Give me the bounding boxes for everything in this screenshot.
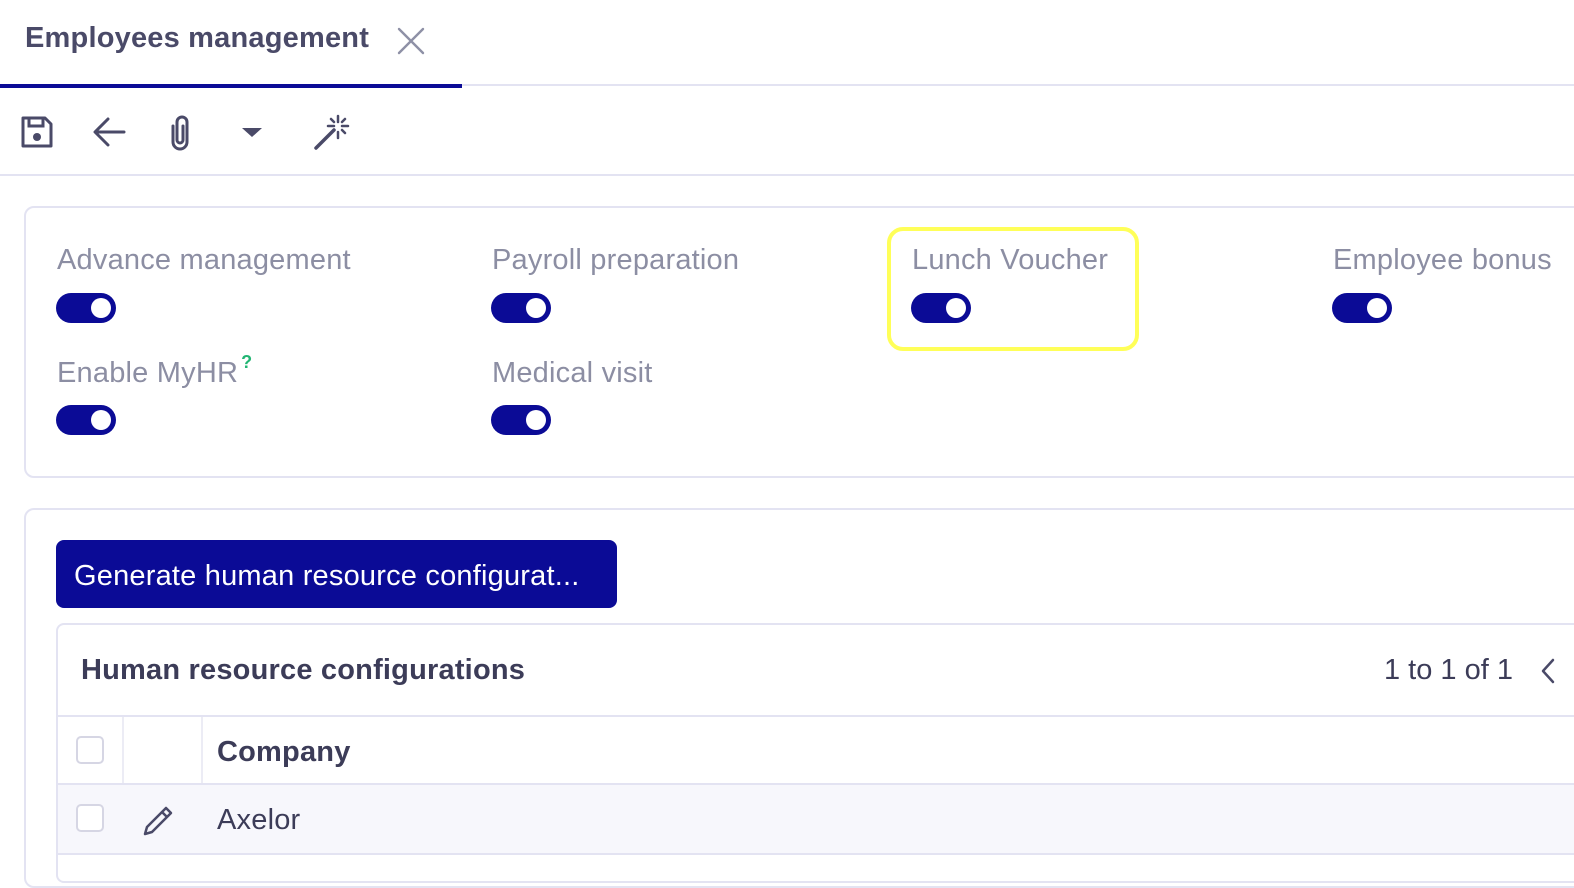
field-employee-bonus: Employee bonus xyxy=(1333,244,1552,277)
field-advance-management: Advance management xyxy=(57,244,351,277)
field-enable-myhr: Enable MyHR? xyxy=(57,352,252,390)
save-icon[interactable] xyxy=(15,110,59,154)
column-divider xyxy=(201,717,203,783)
field-payroll-preparation: Payroll preparation xyxy=(492,244,739,277)
grid-header: Company xyxy=(58,715,1574,785)
enable-myhr-label: Enable MyHR xyxy=(57,357,239,389)
select-all-checkbox[interactable] xyxy=(76,736,104,764)
pencil-icon[interactable] xyxy=(140,803,176,839)
toggle-knob xyxy=(526,298,546,318)
payroll-preparation-label: Payroll preparation xyxy=(492,244,740,276)
toggle-knob xyxy=(1367,298,1387,318)
advance-management-toggle[interactable] xyxy=(56,293,116,323)
advance-management-label: Advance management xyxy=(57,244,351,276)
lunch-voucher-highlight xyxy=(887,227,1139,351)
employee-bonus-label: Employee bonus xyxy=(1333,244,1552,276)
medical-visit-label: Medical visit xyxy=(492,357,653,389)
employee-bonus-toggle[interactable] xyxy=(1332,293,1392,323)
toggle-knob xyxy=(91,298,111,318)
company-cell: Axelor xyxy=(217,804,301,836)
pager-status: 1 to 1 of 1 xyxy=(1384,654,1513,686)
chevron-left-icon[interactable] xyxy=(1536,656,1560,686)
row-checkbox[interactable] xyxy=(76,804,104,832)
field-medical-visit: Medical visit xyxy=(492,357,653,390)
grid-title: Human resource configurations xyxy=(81,654,526,686)
close-icon[interactable] xyxy=(396,26,426,56)
magic-wand-icon[interactable] xyxy=(310,110,354,154)
column-divider xyxy=(122,717,124,783)
toolbar xyxy=(0,88,1574,176)
help-icon[interactable]: ? xyxy=(241,352,252,372)
column-header-company[interactable]: Company xyxy=(217,736,351,769)
tab-title: Employees management xyxy=(25,22,370,54)
back-arrow-icon[interactable] xyxy=(87,110,131,154)
medical-visit-toggle[interactable] xyxy=(491,405,551,435)
table-row[interactable]: Axelor xyxy=(58,785,1574,855)
toggle-knob xyxy=(91,410,111,430)
tab-employees-management[interactable]: Employees management xyxy=(0,0,462,88)
generate-hr-config-button[interactable]: Generate human resource configurat... xyxy=(56,540,617,608)
caret-down-icon[interactable] xyxy=(230,110,274,154)
toggle-knob xyxy=(526,410,546,430)
payroll-preparation-toggle[interactable] xyxy=(491,293,551,323)
enable-myhr-toggle[interactable] xyxy=(56,405,116,435)
tab-bar: Employees management xyxy=(0,0,1574,88)
paperclip-icon[interactable] xyxy=(158,110,202,154)
